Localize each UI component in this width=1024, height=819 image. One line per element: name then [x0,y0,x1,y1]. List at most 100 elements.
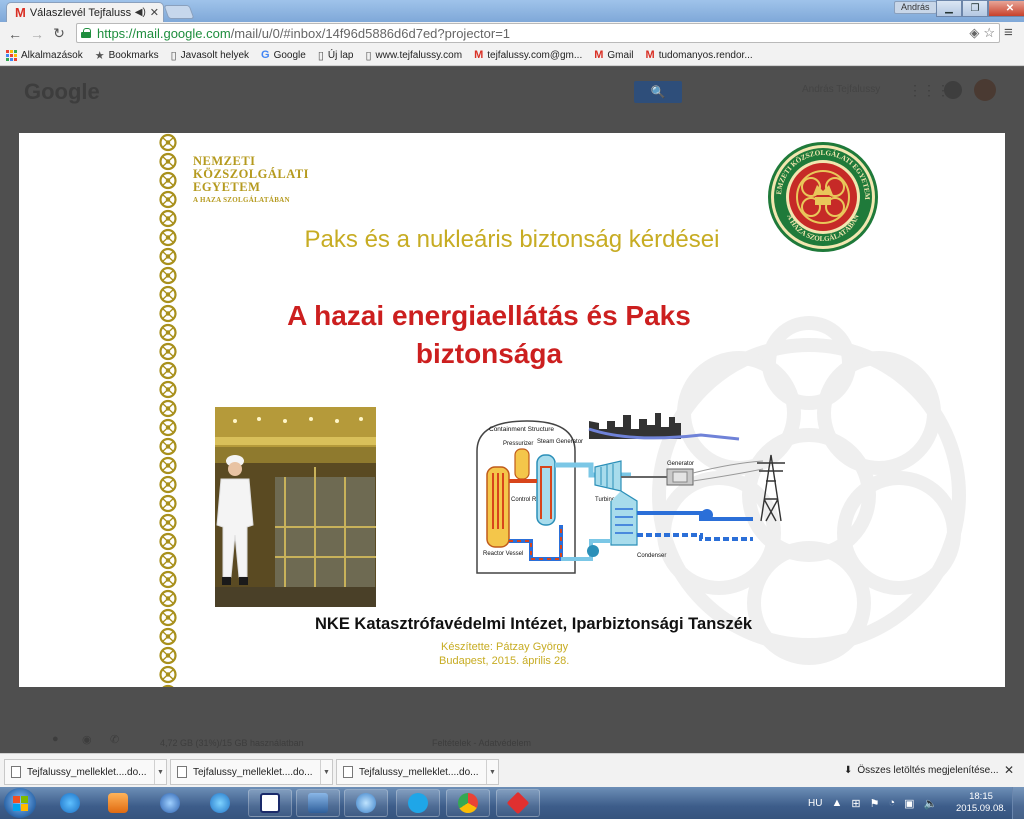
document-icon [11,766,21,778]
phone-icon[interactable]: ✆ [110,733,119,746]
profile-button[interactable]: András [894,1,937,14]
university-motto: A HAZA SZOLGÁLATÁBAN [193,196,290,204]
label-steam-generator: Steam Generator [537,439,583,445]
url-path: /mail/u/0/#inbox/14f96d5886d6d7ed?projec… [230,25,511,41]
gmail-icon: M [474,49,484,61]
windows-flag-icon[interactable]: ⊞ [851,797,860,810]
back-button[interactable]: ← [6,25,24,43]
tray-expand-icon[interactable]: ▲ [831,797,842,809]
download-item[interactable]: Tejfalussy_melleklet....do... ▼ [4,759,167,785]
bookmark-google[interactable]: G Google [261,49,306,61]
download-item[interactable]: Tejfalussy_melleklet....do... ▼ [170,759,333,785]
messenger-icon[interactable] [344,789,388,817]
label-condenser: Condenser [637,553,666,559]
ccleaner-icon[interactable] [148,789,192,817]
bookmark-javasolt[interactable]: ▯ Javasolt helyek [171,49,249,62]
label-generator: Generator [667,461,694,467]
lock-icon [81,28,91,38]
apps-grid-icon [6,49,17,61]
nuclear-plant-diagram: Containment Structure Reactor Vessel Con… [476,413,785,574]
download-item[interactable]: Tejfalussy_melleklet....do... ▼ [336,759,499,785]
chevron-down-icon[interactable]: ▼ [486,760,498,784]
sync-icon[interactable]: ◔ [888,797,895,809]
hangouts-icon[interactable]: ◉ [82,733,92,746]
page-icon: ▯ [365,49,372,62]
chrome-menu-icon[interactable]: ≡ [1004,24,1013,41]
label-containment: Containment Structure [489,426,554,433]
network-globe-icon[interactable] [198,789,242,817]
minimize-button[interactable]: ▁ [936,0,962,17]
storage-usage: 4,72 GB (31%)/15 GB használatban [160,738,304,748]
bookmark-star-icon[interactable]: ☆ [983,25,995,41]
reload-button[interactable]: ↻ [50,25,68,43]
new-tab-button[interactable] [163,5,195,19]
url-host: https://mail.google.com [97,25,231,41]
network-icon[interactable]: ▣ [904,797,914,810]
bookmark-gmail[interactable]: M Gmail [594,49,633,61]
bookmark-tejfalussy-gmail[interactable]: M tejfalussy.com@gm... [474,49,582,61]
download-arrow-icon: ⬇ [844,765,853,776]
close-downloads-icon[interactable]: ✕ [1004,763,1014,777]
speaker-icon[interactable]: ◀) [135,7,146,18]
network-folder-icon[interactable] [296,789,340,817]
internet-explorer-icon[interactable] [48,789,92,817]
tab-gmail[interactable]: M Válaszlevél Tejfalussy ú ◀) ✕ [6,2,164,22]
person-icon[interactable]: ● [52,733,59,745]
institute-name: NKE Katasztrófavédelmi Intézet, Iparbizt… [315,615,753,633]
bookmark-tudomanyos[interactable]: M tudomanyos.rendor... [646,49,753,61]
media-player-icon[interactable] [96,789,140,817]
show-desktop-button[interactable] [1012,787,1024,819]
author: Készítette: Pátzay György [441,641,569,653]
presentation-slide-preview: NEMZETI KÖZSZOLGÁLATI EGYETEM A HAZA SZO… [19,133,1005,687]
show-all-downloads-link[interactable]: ⬇ Összes letöltés megjelenítése... [844,765,999,776]
extension-eye-icon[interactable]: ◈ [969,25,979,41]
page-icon: ▯ [317,49,324,62]
google-logo: Google [24,79,100,104]
address-bar[interactable]: https://mail.google.com/mail/u/0/#inbox/… [76,23,1000,43]
notifications-icon[interactable] [944,81,962,99]
gmail-favicon-icon: M [15,5,26,20]
page-icon: ▯ [170,49,177,62]
avatar[interactable] [974,79,996,101]
gmail-icon: M [645,49,655,61]
close-window-button[interactable]: ✕ [988,0,1024,17]
decorative-chain-border [157,133,179,687]
downloads-shelf: Tejfalussy_melleklet....do... ▼ Tejfalus… [0,753,1024,787]
starburst-app-icon[interactable] [496,789,540,817]
label-pressurizer: Pressurizer [503,441,533,447]
slide-subtitle: Paks és a nukleáris biztonság kérdései [304,226,720,253]
language-indicator[interactable]: HU [808,798,822,809]
skype-icon[interactable] [396,789,440,817]
document-icon [343,766,353,778]
chevron-down-icon[interactable]: ▼ [320,760,332,784]
bookmark-uj-lap[interactable]: ▯ Új lap [318,49,354,62]
tab-title: Válaszlevél Tejfalussy ú [29,6,131,19]
bookmark-tejfalussy[interactable]: ▯ www.tejfalussy.com [365,49,462,62]
forward-button[interactable]: → [28,25,46,43]
document-icon [177,766,187,778]
calculator-app-icon[interactable] [248,789,292,817]
bookmark-apps[interactable]: Alkalmazások [6,49,83,61]
windows-taskbar: HU ▲ ⊞ ⚑ ◔ ▣ 🔈 18:15 2015.09.08. [0,787,1024,819]
start-button[interactable] [4,788,36,818]
google-icon: G [261,49,270,61]
search-button[interactable]: 🔍 [634,81,682,103]
gmail-icon: M [594,49,604,61]
bookmark-bookmarks[interactable]: ★ Bookmarks [95,49,159,62]
maximize-button[interactable]: ❐ [962,0,988,17]
action-center-icon[interactable]: ⚑ [870,797,880,810]
label-reactor-vessel: Reactor Vessel [483,551,523,557]
chrome-icon[interactable] [446,789,490,817]
browser-tab-strip: M Válaszlevél Tejfalussy ú ◀) ✕ András ▁… [0,0,1024,22]
slide-title: A hazai energiaellátás és Paks biztonság… [287,300,691,369]
tab-close-icon[interactable]: ✕ [150,6,159,19]
footer-links[interactable]: Feltételek - Adatvédelem [432,738,531,748]
chevron-down-icon[interactable]: ▼ [154,760,166,784]
window-controls: ▁ ❐ ✕ [936,0,1024,17]
system-tray: HU ▲ ⊞ ⚑ ◔ ▣ 🔈 [808,787,937,819]
browser-toolbar: ← → ↻ https://mail.google.com/mail/u/0/#… [0,22,1024,45]
volume-icon[interactable]: 🔈 [924,797,938,810]
reactor-hall-photo [215,407,376,607]
account-name[interactable]: András Tejfalussy [802,84,880,95]
system-clock[interactable]: 18:15 2015.09.08. [956,791,1006,815]
